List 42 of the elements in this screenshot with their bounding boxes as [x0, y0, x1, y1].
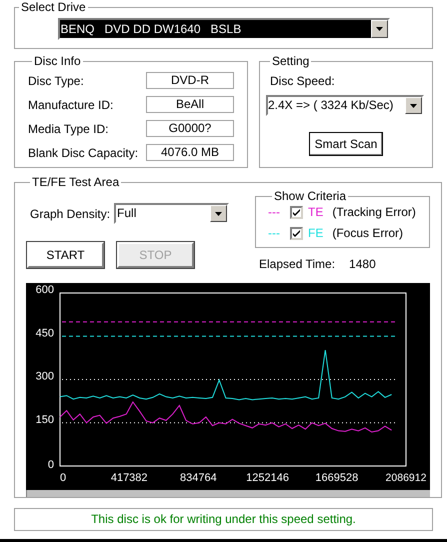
- check-icon: [293, 230, 300, 236]
- field-label: Media Type ID:: [28, 120, 108, 138]
- axis-label: 1252146: [246, 472, 290, 484]
- status-message: This disc is ok for writing under this speed setting.: [14, 508, 433, 531]
- criteria-code: TE: [308, 204, 324, 221]
- axis-label: 600: [36, 284, 54, 296]
- axis-label: 0: [60, 472, 66, 484]
- axis-label: 2086912: [386, 472, 426, 484]
- check-icon: [293, 208, 300, 216]
- field-value: BeAll: [146, 96, 234, 113]
- action-button[interactable]: START: [27, 242, 104, 268]
- group-title: Select Drive: [20, 0, 87, 14]
- axis-label: 0: [48, 459, 54, 471]
- legend-dash: ---: [268, 204, 281, 221]
- legend-dash: ---: [268, 225, 281, 242]
- axis-label: 150: [36, 414, 54, 426]
- group-title: Show Criteria: [273, 189, 348, 203]
- checkbox[interactable]: [290, 226, 303, 240]
- group-title: Setting: [271, 54, 310, 68]
- scrollbar[interactable]: [26, 490, 430, 497]
- field-label: Disc Type:: [28, 72, 84, 90]
- group-title: Disc Info: [33, 54, 82, 68]
- axis-label: 1669528: [315, 472, 358, 484]
- field-value: 4076.0 MB: [146, 144, 234, 161]
- criteria-code: FE: [308, 225, 324, 242]
- elapsed-value: 1480: [349, 256, 376, 273]
- axis-label: 300: [36, 370, 54, 382]
- elapsed-label: Elapsed Time:: [259, 256, 336, 273]
- density-label: Graph Density:: [30, 206, 110, 222]
- field-value: DVD-R: [146, 72, 234, 89]
- checkbox[interactable]: [290, 206, 303, 218]
- field-label: Manufacture ID:: [28, 96, 114, 114]
- criteria-description: (Focus Error): [332, 225, 404, 242]
- criteria-description: (Tracking Error): [332, 204, 416, 221]
- axis-label: 834764: [180, 472, 217, 484]
- speed-label: Disc Speed:: [270, 73, 336, 90]
- axis-label: 450: [36, 327, 54, 340]
- smart-scan-button[interactable]: Smart Scan: [308, 132, 384, 156]
- axis-label: 417382: [110, 472, 148, 484]
- field-label: Blank Disc Capacity:: [28, 144, 138, 162]
- field-value: G0000?: [146, 120, 234, 137]
- group-title: TE/FE Test Area: [31, 175, 120, 189]
